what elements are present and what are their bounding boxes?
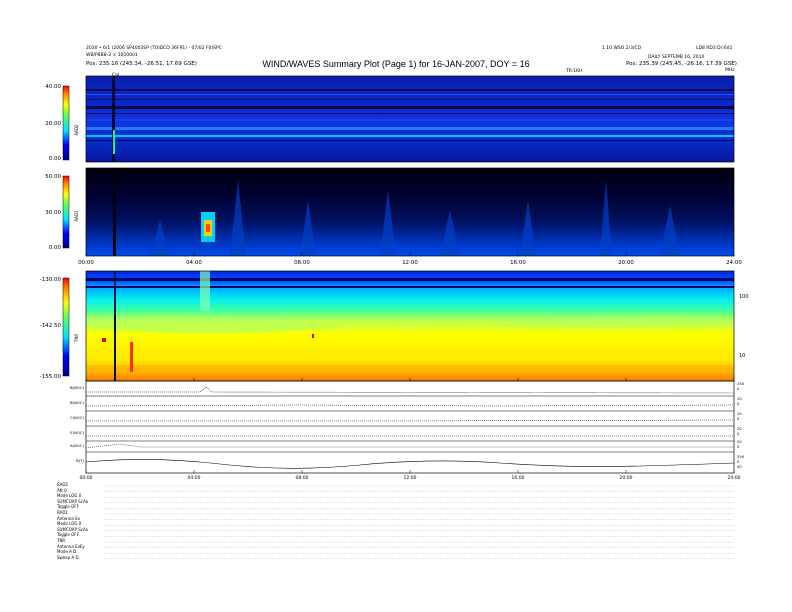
line-panels bbox=[85, 380, 735, 474]
tnr-tick-label: -142.50 bbox=[40, 323, 62, 329]
rad1-tick-label: 0.00 bbox=[49, 245, 62, 251]
tnr-panel bbox=[85, 270, 735, 382]
line-panel-label: E(NOC) bbox=[70, 430, 84, 435]
line-panel-label: C(NOC) bbox=[70, 415, 85, 420]
line-panel-right-label: 0 bbox=[737, 431, 740, 436]
rad2-colorbar bbox=[62, 85, 70, 161]
bottom-time-tick-label: 24:00 bbox=[728, 475, 741, 481]
rad1-panel bbox=[85, 167, 735, 257]
line-panel-label: B(T) bbox=[76, 458, 84, 463]
tnr-axis-label: TNR bbox=[74, 334, 79, 343]
line-panel-label: A(NOC) bbox=[70, 443, 85, 448]
bottom-time-tick-label: 00:00 bbox=[80, 475, 93, 481]
tnr-right-tick-label: 10 bbox=[739, 353, 745, 359]
rad1-tick-label: 50.00 bbox=[45, 174, 61, 180]
bottom-time-tick-label: 08:00 bbox=[296, 475, 309, 481]
summary-plot: B(NOC)2500B(NOC)200C(NOC)200E(NOC)200A(N… bbox=[40, 75, 749, 559]
rad2-axis-label: RAD2 bbox=[74, 124, 79, 135]
tnr-tick-label: -130.00 bbox=[40, 277, 62, 283]
line-panel-right-label: 0 bbox=[737, 401, 740, 406]
rad2-tick-label: 0.00 bbox=[49, 156, 62, 162]
bottom-time-tick-label: 04:00 bbox=[188, 475, 201, 481]
rad1-colorbar bbox=[62, 175, 70, 249]
line-panel-right-label: 0 bbox=[737, 444, 740, 449]
footer-line: Sweep A D bbox=[57, 554, 79, 560]
time-tick-label: 20:00 bbox=[618, 260, 634, 266]
time-tick-label: 00:00 bbox=[78, 260, 94, 266]
tnr-right-tick-label: 100 bbox=[739, 294, 749, 300]
line-panel-label: B(NOC) bbox=[70, 385, 85, 390]
footer-legend: RAD2 Att 0 Mode LOG 0 SUMCOAP ScAo Toggle OF… bbox=[57, 482, 117, 560]
time-tick-label: 16:00 bbox=[510, 260, 526, 266]
bottom-time-tick-label: 20:00 bbox=[620, 475, 633, 481]
line-panel-right-label: 0 bbox=[737, 386, 740, 391]
line-panel-right-label: 50 bbox=[737, 464, 742, 469]
rad1-axis-label: RAD1 bbox=[74, 210, 79, 221]
tnr-tick-label: -155.00 bbox=[40, 374, 62, 380]
rad2-tick-label: 40.00 bbox=[45, 84, 61, 90]
time-tick-label: 08:00 bbox=[294, 260, 310, 266]
line-panel-right-label: 0 bbox=[737, 416, 740, 421]
time-tick-label: 04:00 bbox=[186, 260, 202, 266]
line-panel-label: B(NOC) bbox=[70, 400, 85, 405]
tnr-colorbar bbox=[62, 277, 70, 377]
time-tick-label: 24:00 bbox=[726, 260, 742, 266]
footer-rows bbox=[104, 485, 734, 559]
rad2-tick-label: 20.00 bbox=[45, 121, 61, 127]
rad2-panel bbox=[85, 75, 735, 163]
time-tick-label: 12:00 bbox=[402, 260, 418, 266]
bottom-time-tick-label: 16:00 bbox=[512, 475, 525, 481]
rad1-tick-label: 30.00 bbox=[45, 210, 61, 216]
bottom-time-tick-label: 12:00 bbox=[404, 475, 417, 481]
